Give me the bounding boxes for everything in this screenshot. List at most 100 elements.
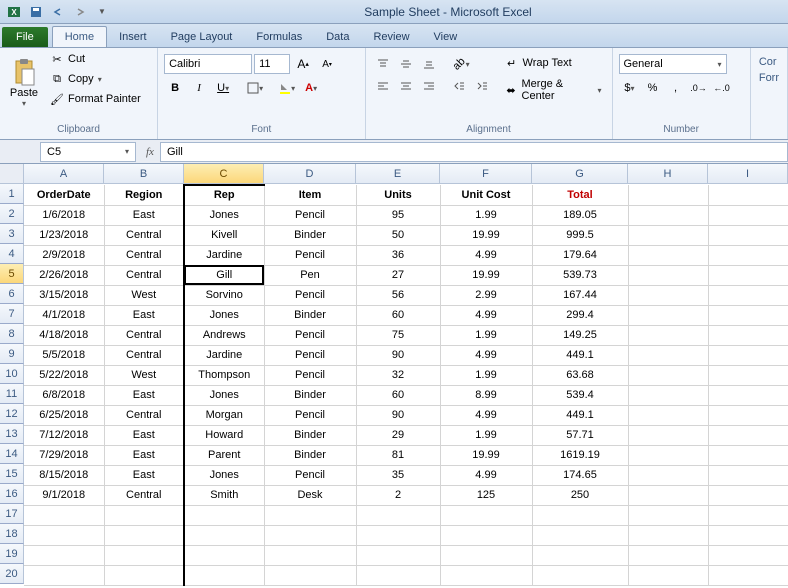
cell[interactable] [356, 565, 440, 585]
cell[interactable]: East [104, 425, 184, 445]
cell[interactable]: 29 [356, 425, 440, 445]
cell[interactable]: 7/12/2018 [24, 425, 104, 445]
cell[interactable]: Pencil [264, 465, 356, 485]
cell[interactable] [184, 525, 264, 545]
save-icon[interactable] [26, 3, 46, 21]
cell[interactable]: 149.25 [532, 325, 628, 345]
cell[interactable] [708, 485, 788, 505]
cell[interactable]: Pencil [264, 345, 356, 365]
cell[interactable] [708, 565, 788, 585]
italic-button[interactable]: I [188, 78, 210, 98]
cell[interactable]: Central [104, 345, 184, 365]
cell[interactable]: Jones [184, 205, 264, 225]
cell[interactable] [532, 525, 628, 545]
tab-view[interactable]: View [422, 27, 470, 47]
cell[interactable] [440, 505, 532, 525]
cell[interactable]: 90 [356, 405, 440, 425]
cell[interactable]: 81 [356, 445, 440, 465]
cell[interactable]: 1.99 [440, 325, 532, 345]
cut-button[interactable]: ✂Cut [46, 50, 145, 68]
cell[interactable]: Units [356, 185, 440, 205]
cell[interactable]: 5/5/2018 [24, 345, 104, 365]
cell[interactable] [532, 565, 628, 585]
qat-customize-icon[interactable]: ▼ [92, 3, 112, 21]
cell[interactable]: Smith [184, 485, 264, 505]
cell[interactable]: Central [104, 325, 184, 345]
decrease-decimal-button[interactable]: ←.0 [711, 78, 733, 98]
col-header-E[interactable]: E [356, 164, 440, 184]
font-name-combo[interactable] [164, 54, 252, 74]
cell[interactable]: 299.4 [532, 305, 628, 325]
cell[interactable] [628, 505, 708, 525]
percent-button[interactable]: % [642, 78, 664, 98]
row-header-20[interactable]: 20 [0, 564, 24, 584]
align-right-button[interactable] [418, 76, 440, 96]
row-header-3[interactable]: 3 [0, 224, 24, 244]
cell[interactable] [628, 385, 708, 405]
cell[interactable] [440, 565, 532, 585]
cell[interactable]: 5/22/2018 [24, 365, 104, 385]
cell[interactable]: Central [104, 265, 184, 285]
cell[interactable]: Rep [184, 185, 264, 205]
cell[interactable]: 8.99 [440, 385, 532, 405]
cell[interactable] [264, 565, 356, 585]
cell[interactable] [104, 525, 184, 545]
cell[interactable] [24, 565, 104, 585]
cell[interactable] [24, 505, 104, 525]
cell[interactable]: 167.44 [532, 285, 628, 305]
cell[interactable] [356, 545, 440, 565]
row-header-19[interactable]: 19 [0, 544, 24, 564]
fx-icon[interactable]: fx [146, 146, 154, 158]
cell[interactable]: 19.99 [440, 445, 532, 465]
cell[interactable]: Central [104, 405, 184, 425]
fill-color-button[interactable]: ▾ [276, 78, 298, 98]
cell[interactable] [628, 485, 708, 505]
accounting-format-button[interactable]: $▾ [619, 78, 641, 98]
copy-button[interactable]: ⧉Copy▾ [46, 70, 145, 88]
cell[interactable]: 36 [356, 245, 440, 265]
col-header-I[interactable]: I [708, 164, 788, 184]
decrease-indent-button[interactable] [448, 76, 470, 96]
cell[interactable]: 539.73 [532, 265, 628, 285]
cell[interactable]: 56 [356, 285, 440, 305]
cell[interactable]: 4.99 [440, 345, 532, 365]
cell[interactable]: 2 [356, 485, 440, 505]
cell[interactable]: Andrews [184, 325, 264, 345]
cell[interactable]: Jardine [184, 245, 264, 265]
cell[interactable]: Pencil [264, 405, 356, 425]
cell[interactable]: Jones [184, 385, 264, 405]
cell[interactable]: West [104, 365, 184, 385]
tab-formulas[interactable]: Formulas [244, 27, 314, 47]
cell[interactable]: East [104, 385, 184, 405]
cell[interactable]: 179.64 [532, 245, 628, 265]
cell[interactable] [184, 505, 264, 525]
cell[interactable] [708, 345, 788, 365]
cell[interactable]: Desk [264, 485, 356, 505]
cell[interactable]: 1.99 [440, 205, 532, 225]
cell[interactable]: Total [532, 185, 628, 205]
row-header-15[interactable]: 15 [0, 464, 24, 484]
align-middle-button[interactable] [395, 54, 417, 74]
col-header-C[interactable]: C [184, 164, 264, 184]
cell[interactable] [264, 525, 356, 545]
cell[interactable] [440, 525, 532, 545]
cell[interactable]: Central [104, 225, 184, 245]
cell[interactable]: 2/26/2018 [24, 265, 104, 285]
cell[interactable]: 4.99 [440, 305, 532, 325]
col-header-B[interactable]: B [104, 164, 184, 184]
cell[interactable] [104, 505, 184, 525]
cell[interactable] [708, 365, 788, 385]
align-top-button[interactable] [372, 54, 394, 74]
cell[interactable]: Pencil [264, 205, 356, 225]
cell[interactable]: 189.05 [532, 205, 628, 225]
cell[interactable]: 1.99 [440, 365, 532, 385]
cell[interactable]: East [104, 205, 184, 225]
excel-icon[interactable]: X [4, 3, 24, 21]
grow-font-button[interactable]: A▴ [292, 54, 314, 74]
cell[interactable]: Region [104, 185, 184, 205]
font-size-combo[interactable] [254, 54, 290, 74]
name-box[interactable]: C5▾ [40, 142, 136, 162]
cell[interactable]: Binder [264, 225, 356, 245]
cell[interactable] [628, 185, 708, 205]
cell[interactable] [628, 205, 708, 225]
